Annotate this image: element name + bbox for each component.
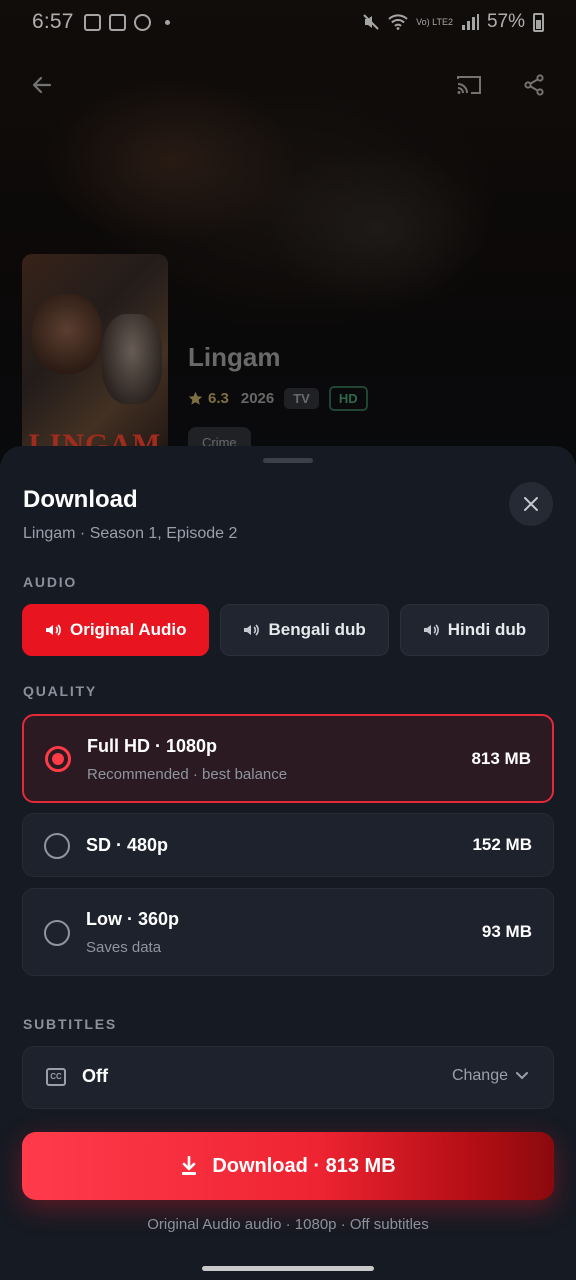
quality-option-title: Low · 360p bbox=[86, 909, 180, 929]
quality-option-size: 93 MB bbox=[481, 922, 532, 941]
download-sheet: Download Lingam · Season 1, Episode 2 AU… bbox=[0, 446, 576, 1280]
quality-option-title: SD · 480p bbox=[86, 835, 169, 855]
change-subtitles-button[interactable]: Change bbox=[452, 1067, 528, 1085]
close-icon bbox=[524, 497, 538, 511]
speaker-icon bbox=[244, 624, 260, 636]
quality-option-360p[interactable]: Low · 360p Saves data 93 MB bbox=[22, 888, 554, 976]
quality-option-size: 152 MB bbox=[472, 835, 532, 854]
close-button[interactable] bbox=[509, 482, 553, 526]
sheet-drag-handle[interactable] bbox=[263, 458, 313, 463]
chevron-down-icon bbox=[516, 1072, 528, 1080]
audio-options: Original Audio Bengali dub Hindi dub bbox=[22, 604, 550, 656]
radio-selected[interactable] bbox=[45, 746, 71, 772]
subtitles-section-label: SUBTITLES bbox=[23, 1016, 117, 1032]
download-button-label: Download · 813 MB bbox=[212, 1154, 396, 1177]
change-label: Change bbox=[451, 1067, 508, 1084]
subtitles-value: Off bbox=[82, 1066, 108, 1086]
sheet-subtitle: Lingam · Season 1, Episode 2 bbox=[23, 525, 238, 542]
selection-summary: Original Audio audio · 1080p · Off subti… bbox=[147, 1216, 429, 1233]
quality-option-desc: Recommended · best balance bbox=[87, 766, 288, 783]
audio-section-label: AUDIO bbox=[23, 574, 78, 590]
download-icon bbox=[182, 1156, 197, 1175]
quality-option-size: 813 MB bbox=[471, 749, 531, 768]
audio-option-label: Original Audio bbox=[70, 620, 187, 639]
closed-captions-icon: CC bbox=[46, 1068, 66, 1086]
quality-option-desc: Saves data bbox=[86, 939, 162, 956]
quality-option-1080p[interactable]: Full HD · 1080p Recommended · best balan… bbox=[22, 714, 554, 803]
audio-option-original[interactable]: Original Audio bbox=[22, 604, 210, 656]
speaker-icon bbox=[46, 624, 61, 636]
subtitles-selector[interactable]: CC Off Change bbox=[22, 1046, 554, 1109]
audio-option-label: Bengali dub bbox=[268, 620, 366, 639]
radio-unselected[interactable] bbox=[44, 833, 70, 859]
gesture-nav-handle[interactable] bbox=[202, 1266, 374, 1271]
speaker-icon bbox=[423, 624, 439, 636]
sheet-title: Download bbox=[23, 486, 138, 513]
audio-option-hindi[interactable]: Hindi dub bbox=[399, 604, 550, 656]
quality-option-480p[interactable]: SD · 480p 152 MB bbox=[22, 813, 554, 877]
quality-option-title: Full HD · 1080p bbox=[87, 736, 218, 756]
radio-unselected[interactable] bbox=[44, 920, 70, 946]
download-button[interactable]: Download · 813 MB bbox=[22, 1132, 554, 1200]
audio-option-label: Hindi dub bbox=[447, 620, 527, 639]
audio-option-bengali[interactable]: Bengali dub bbox=[220, 604, 389, 656]
quality-section-label: QUALITY bbox=[23, 683, 98, 699]
